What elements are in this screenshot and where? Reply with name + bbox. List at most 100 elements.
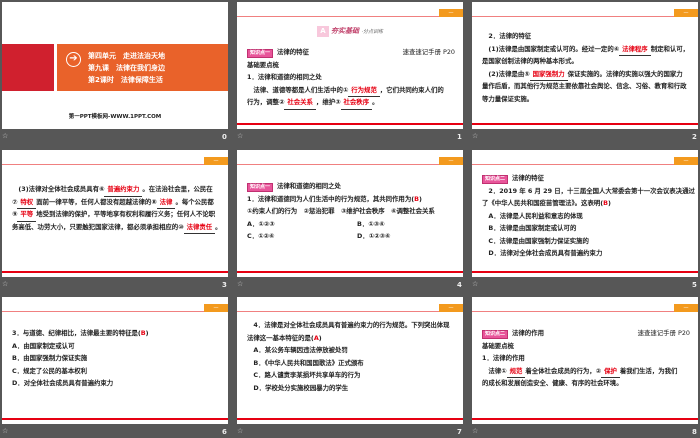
slide-number: 2 xyxy=(692,133,697,141)
text: 的成长和发展创造安全、健康、有序的社会环境。 xyxy=(482,379,623,387)
text-line: 行为，调整② 社会关系 ，维护③ 社会秩序。 xyxy=(247,96,455,110)
slide-thumbnail-7[interactable]: — 4．法律是对全体社会成员具有普遍约束力的行为规范。下列突出体现 法律这一基本特… xyxy=(237,297,463,424)
text: 基础要点梳 xyxy=(482,341,514,350)
header-line xyxy=(472,16,698,17)
knowledge-tag: 知识点二 xyxy=(482,175,509,184)
text: 法律的特征 xyxy=(277,48,309,56)
corner-tab: — xyxy=(439,9,463,17)
text: 保证实施的。法律的实施以强大的国家力 xyxy=(567,69,683,78)
text-line: A．某公务车辆因违法停放被处罚 xyxy=(247,344,455,357)
star-icon[interactable]: ☆ xyxy=(2,132,8,140)
arrow-right-circle-icon: ➔ xyxy=(66,52,81,67)
slide-thumbnail-0[interactable]: ➔ 第四单元 走进法治天地 第九课 法律在我们身边 第2课时 法律保障生活 第一… xyxy=(2,2,228,129)
text: 1．法律和道德同为人们生活中的行为规范，其共同作用为( xyxy=(247,194,415,203)
corner-tab: — xyxy=(674,157,698,165)
star-icon[interactable]: ☆ xyxy=(237,427,243,435)
slide-number: 7 xyxy=(457,428,462,436)
corner-tab: — xyxy=(204,304,228,312)
corner-tab: — xyxy=(674,9,698,17)
footer-bar xyxy=(472,418,698,420)
star-icon[interactable]: ☆ xyxy=(472,132,478,140)
slide-number: 4 xyxy=(457,281,462,289)
section-letter: A xyxy=(316,26,329,37)
text-line: 知识点一 法律的特征 速查速记手册 P20 xyxy=(247,46,455,59)
slide-thumbnail-1[interactable]: — A 夯实基础 ·分点训练 知识点一 法律的特征 速查速记手册 P20 基础要点梳 1．法… xyxy=(237,2,463,129)
text: D．学校处分实施校园暴力的学生 xyxy=(247,383,349,392)
star-icon[interactable]: ☆ xyxy=(2,427,8,435)
text-line: C．路人谴责李某损坏共享单车的行为 xyxy=(247,369,455,382)
text-line: 2．2019 年 6 月 29 日，十三届全国人大常委会第十一次会议表决通过 xyxy=(482,185,694,198)
slide-body: 知识点二 法律的作用 速查速记手册 P20 基础要点梳 1．法律的作用 法律① 规范 着全体… xyxy=(482,327,690,390)
text-line: 3．与道德、纪律相比，法律最主要的特征是(B) xyxy=(12,327,220,340)
answer-blank: 保护 xyxy=(601,365,620,378)
section-header: A 夯实基础 ·分点训练 xyxy=(237,26,463,37)
slide-number: 3 xyxy=(222,281,227,289)
text: A．某公务车辆因违法停放被处罚 xyxy=(247,346,348,354)
text: A．由国家制定或认可 xyxy=(12,341,75,350)
red-block xyxy=(2,44,54,91)
slide-body: 2．法律的特征 (1)法律是由国家制定或认可的。经过一定的④ 法律程序 制定和认可，… xyxy=(482,30,690,105)
slide-thumbnail-8[interactable]: — 知识点二 法律的作用 速查速记手册 P20 基础要点梳 1．法律的作用 法律① 规范着… xyxy=(472,297,698,424)
answer-blank: 社会关系 xyxy=(284,96,316,110)
text-line: (1)法律是由国家制定或认可的。经过一定的④ 法律程序 制定和认可， xyxy=(482,43,690,56)
text: 着全体社会成员的行为，② xyxy=(525,366,602,375)
text: 1．法律和道德的相同之处 xyxy=(247,73,322,81)
text-line: 法律① 规范 着全体社会成员的行为，② 保护 着我们生活，为我们 xyxy=(482,365,690,378)
text: A．①②③ xyxy=(247,219,275,228)
text-line: 1．法律和道德的相同之处 xyxy=(247,71,455,84)
text-line: B．由国家强制力保证实施 xyxy=(12,352,220,365)
slide-thumbnail-6[interactable]: — 3．与道德、纪律相比，法律最主要的特征是(B) A．由国家制定或认可 B．由国家… xyxy=(2,297,228,424)
text: 等力量保证实施。 xyxy=(482,94,534,103)
text: B．法律是由国家制定或认可的 xyxy=(482,224,577,232)
slide-thumbnail-3[interactable]: — (3)法律对全体社会成员具有⑥ 普遍约束力 。在法治社会里，公民在 ⑦ 特权 面前一律… xyxy=(2,150,228,277)
knowledge-tag: 知识点一 xyxy=(247,49,274,58)
star-icon[interactable]: ☆ xyxy=(472,280,478,288)
slide-body: (3)法律对全体社会成员具有⑥ 普遍约束力 。在法治社会里，公民在 ⑦ 特权 面前一律平等… xyxy=(12,183,222,234)
text: 。在法治社会里，公民在 xyxy=(142,185,213,193)
unit-title: 第四单元 走进法治天地 xyxy=(88,52,165,60)
slide-body: 知识点一 法律的特征 速查速记手册 P20 基础要点梳 1．法律和道德的相同之处 法律、… xyxy=(247,46,455,110)
text-line: 法律、道德等都是人们生活中的① 行为规范 ，它们共同约束人们的 xyxy=(247,84,455,97)
answer-blank: 普遍约束力 xyxy=(104,183,143,197)
answer-blank: 法律责任 xyxy=(183,221,216,234)
slide-thumbnail-4[interactable]: — 知识点一 法律和道德的相同之处 1．法律和道德同为人们生活中的行为规范，其共同作… xyxy=(237,150,463,277)
text-line: 等力量保证实施。 xyxy=(482,93,690,106)
text-line: 4．法律是对全体社会成员具有普遍约束力的行为规范。下列突出体现 xyxy=(247,319,455,332)
text: (2)法律是由⑤ xyxy=(482,69,530,78)
text: 。每个公民都 xyxy=(175,197,214,206)
knowledge-tag: 知识点二 xyxy=(482,330,509,339)
star-icon[interactable]: ☆ xyxy=(237,280,243,288)
option-text: B．①③④ xyxy=(357,219,385,228)
text-line: B．法律是由国家制定或认可的 xyxy=(482,222,690,235)
text: 2．2019 年 6 月 29 日，十三届全国人大常委会第十一次会议表决通过 xyxy=(482,186,695,195)
footer-bar xyxy=(472,123,698,125)
text-line: 了《中华人民共和国疫苗管理法》。这表明(B) xyxy=(482,197,690,210)
text-line: A．法律是人民利益和意志的体现 xyxy=(482,210,690,223)
text-line: 1．法律和道德同为人们生活中的行为规范，其共同作用为(B) xyxy=(247,193,455,206)
period-title: 第2课时 法律保障生活 xyxy=(88,76,163,84)
text-line: 量作后盾，而其他行为规范主要依靠社会舆论、信念、习俗、教育和行政 xyxy=(482,80,690,93)
corner-tab: — xyxy=(439,157,463,165)
text: ) xyxy=(318,333,322,342)
text: (1)法律是由国家制定或认可的。经过一定的④ xyxy=(482,44,620,53)
corner-tab: — xyxy=(204,157,228,165)
text-line: C．规定了公民的基本权利 xyxy=(12,365,220,378)
text: 法律① xyxy=(482,366,507,375)
star-icon[interactable]: ☆ xyxy=(237,132,243,140)
text: B．由国家强制力保证实施 xyxy=(12,354,88,362)
answer-blank: 国家强制力 xyxy=(529,68,568,81)
star-icon[interactable]: ☆ xyxy=(2,280,8,288)
knowledge-tag: 知识点一 xyxy=(247,183,274,192)
text-line: ①约束人们的行为 ②惩治犯罪 ③维护社会秩序 ④调整社会关系 xyxy=(247,205,455,218)
slide-number: 1 xyxy=(457,133,462,141)
text: ) xyxy=(608,199,611,207)
text: C．法律是由国家强制力保证实施的 xyxy=(482,236,589,245)
slide-thumbnail-5[interactable]: — 知识点二 法律的特征 2．2019 年 6 月 29 日，十三届全国人大常委会… xyxy=(472,150,698,277)
reference-note: 速查速记手册 P20 xyxy=(402,48,455,56)
slide-thumbnail-2[interactable]: — 2．法律的特征 (1)法律是由国家制定或认可的。经过一定的④ 法律程序 制定和认… xyxy=(472,2,698,129)
slide-number: 5 xyxy=(692,281,697,289)
text: ) xyxy=(419,194,422,203)
footer-bar xyxy=(237,418,463,420)
star-icon[interactable]: ☆ xyxy=(472,427,478,435)
reference-note: 速查速记手册 P20 xyxy=(637,329,690,337)
